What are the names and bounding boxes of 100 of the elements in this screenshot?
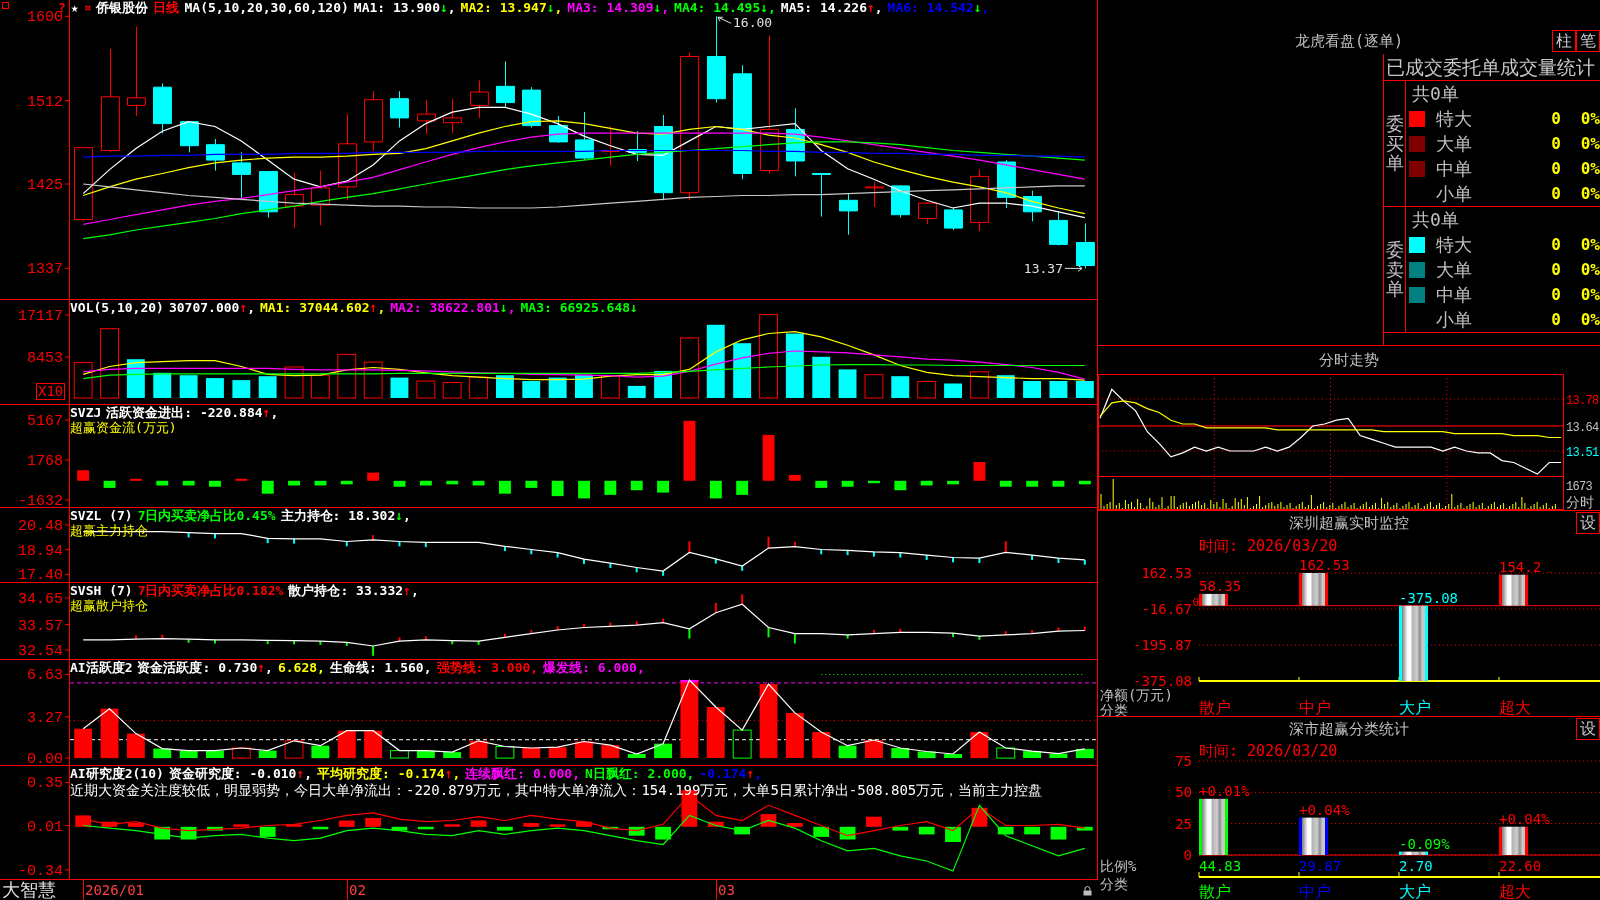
order-size-label: 中单 [1436, 282, 1473, 307]
indicator-bar [338, 820, 355, 827]
legend-text: ¤ [83, 0, 92, 15]
legend-text: MA1: 13.900↓, [353, 0, 456, 15]
change-tick [214, 639, 216, 644]
axis-label: 17.40 [18, 567, 63, 583]
change-tick [1004, 631, 1007, 635]
candle [786, 107, 805, 177]
indicator-bar [628, 826, 645, 836]
category-label: 超大 [1499, 698, 1531, 717]
order-size-label: 小单 [1436, 307, 1473, 332]
settings-button[interactable]: 设 [1576, 512, 1600, 534]
view-toggle-button[interactable]: 笔 [1576, 30, 1600, 52]
arrow-icon [1064, 264, 1083, 272]
legend-text: 活跃资金进出: -220.884↑, [106, 405, 279, 420]
change-tick [899, 552, 902, 558]
axis-label: 13.78 [1566, 394, 1599, 408]
change-tick [846, 634, 849, 639]
indicator-bar [920, 480, 933, 486]
indicator-bar [156, 480, 169, 486]
order-count: 0 [1550, 260, 1562, 279]
legend-text: MA3: 14.309↓, [567, 0, 670, 15]
change-tick [1057, 558, 1060, 563]
indicator-bar [602, 826, 619, 830]
axis-label: 25 [1175, 815, 1192, 832]
candle [865, 181, 884, 208]
indicator-bar [947, 480, 959, 485]
indicator-bar [576, 821, 592, 827]
indicator-bar [815, 480, 828, 488]
category-label: 散户 [1199, 698, 1231, 717]
change-tick [319, 641, 322, 645]
change-tick [741, 594, 744, 605]
indicator-bar [630, 480, 643, 491]
order-size-label: 特大 [1436, 232, 1473, 257]
indicator-bar [788, 474, 801, 481]
change-tick [266, 538, 269, 544]
candle [522, 86, 541, 128]
change-tick [872, 551, 875, 557]
indicator-bar [894, 480, 907, 491]
panel-title: 龙虎看盘(逐单) [1294, 31, 1404, 51]
square-icon [2, 2, 9, 9]
change-tick [530, 630, 533, 634]
arrow-icon [717, 16, 732, 24]
candle [1076, 222, 1095, 269]
change-tick [424, 636, 427, 640]
indicator-bar [839, 826, 856, 840]
bar-cap [680, 680, 699, 683]
indicator-bar [760, 814, 777, 827]
candle [812, 173, 831, 218]
legend-text: N日飘红: 2.000, [585, 766, 695, 781]
legend-text: MA2: 13.947↓, [460, 0, 563, 15]
indicator-bar [128, 823, 144, 827]
axis-label: 1673 [1566, 480, 1592, 494]
candle [575, 111, 594, 161]
legend-text: 生命线: 1.560, [329, 660, 432, 675]
chart-bar [1499, 826, 1528, 855]
change-tick [741, 566, 744, 571]
change-tick [398, 541, 401, 547]
indicator-bar [525, 480, 538, 488]
change-tick [793, 633, 796, 644]
indicator-bar [866, 816, 882, 827]
indicator-bar [549, 824, 566, 827]
change-tick [609, 622, 612, 627]
candle [285, 172, 304, 229]
legend-text: MA2: 38622.801↓, [390, 300, 516, 315]
legend-text: VOL(5,10,20) [70, 300, 164, 315]
indicator-bar [314, 480, 327, 486]
change-tick [899, 628, 902, 633]
indicator-note: 超赢散户持仓 [70, 598, 148, 614]
legend-text: 30707.000↑, [168, 300, 256, 315]
panel-title: 深圳超赢实时监控 [1289, 513, 1409, 533]
change-tick [1031, 630, 1034, 634]
change-tick [293, 640, 296, 645]
change-tick [424, 542, 427, 548]
change-tick [846, 550, 849, 556]
change-tick [1004, 541, 1007, 553]
legend-text: MA4: 14.495↓, [674, 0, 776, 15]
chart-bar [1199, 798, 1228, 855]
indicator-bar [259, 826, 276, 837]
indicator-bar [233, 824, 250, 827]
candle [417, 99, 436, 135]
order-size-label: 大单 [1436, 131, 1473, 156]
indicator-bar [762, 434, 775, 481]
indicator-bar [393, 480, 406, 487]
candle [997, 159, 1016, 209]
change-tick [345, 541, 348, 547]
settings-button[interactable]: 设 [1576, 718, 1600, 740]
view-toggle-button[interactable]: 柱 [1552, 30, 1576, 52]
chart-bar [1299, 817, 1328, 855]
legend-text: 日线 [153, 0, 180, 15]
change-tick [187, 532, 190, 538]
axis-label: -195.87 [1133, 637, 1192, 653]
order-percent: 0% [1579, 260, 1600, 279]
indicator-bar [604, 480, 617, 495]
change-tick [266, 640, 269, 644]
indicator-bar [419, 480, 432, 486]
indicator-bar [472, 480, 485, 486]
change-tick [635, 621, 638, 626]
change-tick [714, 558, 717, 564]
indicator-bar [1050, 826, 1067, 840]
